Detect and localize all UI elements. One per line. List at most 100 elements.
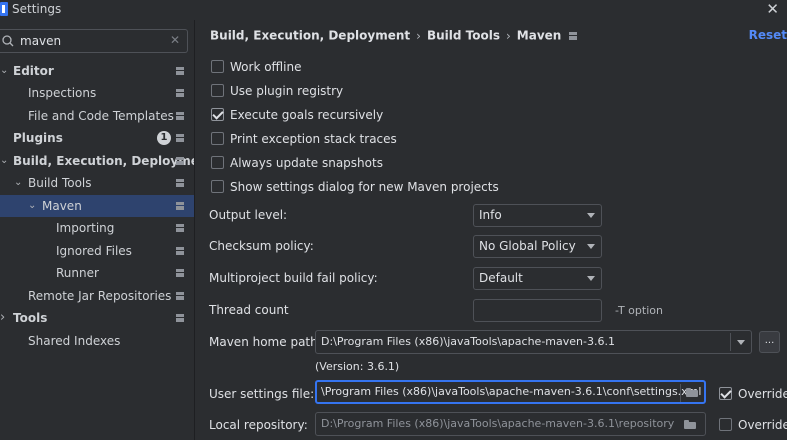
- settings-page-icon: [176, 134, 184, 142]
- chevron-right-icon[interactable]: ›: [0, 307, 10, 329]
- sidebar-item-label: Plugins: [13, 131, 63, 145]
- title-bar: Settings ✕: [0, 0, 787, 20]
- window-title: Settings: [12, 2, 62, 16]
- sidebar-item-shared-indexes[interactable]: Shared Indexes: [0, 330, 194, 352]
- checkbox-label: Show settings dialog for new Maven proje…: [230, 180, 499, 194]
- sidebar-item-label: Editor: [13, 64, 54, 78]
- fail-policy-select[interactable]: Default: [473, 267, 602, 290]
- chevron-down-icon: [587, 213, 595, 218]
- settings-page-icon: [176, 157, 184, 165]
- local-repository-input[interactable]: D:\Program Files (x86)\javaTools\apache-…: [315, 412, 706, 436]
- sidebar-item-plugins[interactable]: Plugins 1: [0, 127, 194, 149]
- checkbox-box[interactable]: [719, 418, 732, 431]
- sidebar-item-importing[interactable]: Importing: [0, 217, 194, 239]
- settings-page-icon: [176, 292, 184, 300]
- search-icon: [2, 35, 14, 47]
- sidebar-item-build-execution-deployment[interactable]: ⌄ Build, Execution, Deployment: [0, 150, 213, 172]
- sidebar-item-label: Remote Jar Repositories: [28, 289, 172, 303]
- field-value: D:\Program Files (x86)\javaTools\apache-…: [321, 335, 615, 348]
- breadcrumb-item-current: Maven: [516, 28, 562, 43]
- user-settings-label: User settings file:: [209, 387, 315, 401]
- checkbox-label: Override: [738, 418, 787, 432]
- sidebar-item-label: Importing: [56, 221, 115, 235]
- fail-policy-label: Multiproject build fail policy:: [209, 271, 378, 285]
- chevron-down-icon[interactable]: ⌄: [0, 150, 10, 172]
- breadcrumb-separator-icon: ›: [505, 28, 511, 43]
- select-value: Default: [479, 271, 523, 285]
- maven-home-label: Maven home path:: [209, 335, 322, 349]
- checkbox-box[interactable]: [211, 60, 224, 73]
- field-separator: [680, 384, 681, 402]
- checkbox-box[interactable]: [211, 132, 224, 145]
- thread-count-label: Thread count: [209, 303, 289, 317]
- settings-page-icon: [569, 31, 578, 40]
- output-level-label: Output level:: [209, 208, 288, 222]
- search-input[interactable]: maven ✕: [0, 29, 188, 53]
- select-value: Info: [479, 208, 502, 222]
- field-value: D:\Program Files (x86)\javaTools\apache-…: [321, 417, 675, 430]
- settings-page-icon: [176, 202, 184, 210]
- maven-settings-panel: Build, Execution, Deployment › Build Tools…: [195, 20, 787, 440]
- breadcrumb-item[interactable]: Build, Execution, Deployment: [210, 29, 410, 43]
- thread-count-hint: -T option: [615, 304, 663, 317]
- checkbox-box[interactable]: [211, 180, 224, 193]
- breadcrumb-separator-icon: ›: [416, 28, 421, 43]
- sidebar-item-label: Shared Indexes: [28, 334, 121, 348]
- reset-link[interactable]: Reset: [749, 28, 787, 42]
- sidebar-item-label: Inspections: [28, 86, 97, 100]
- checkbox-label: Execute goals recursively: [230, 108, 384, 122]
- sidebar-item-maven[interactable]: ⌄ Maven: [0, 195, 194, 217]
- settings-page-icon: [176, 224, 184, 232]
- checksum-policy-select[interactable]: No Global Policy: [473, 235, 602, 258]
- sidebar-item-file-and-code-templates[interactable]: File and Code Templates: [0, 105, 194, 127]
- settings-page-icon: [176, 269, 184, 277]
- checkbox-label: Print exception stack traces: [230, 132, 397, 146]
- sidebar-item-remote-jar-repositories[interactable]: Remote Jar Repositories: [0, 285, 194, 307]
- updates-badge: 1: [157, 131, 171, 145]
- sidebar-item-inspections[interactable]: Inspections: [0, 82, 194, 104]
- breadcrumb-item[interactable]: Build Tools: [427, 29, 500, 43]
- search-value: maven: [20, 34, 62, 48]
- chevron-down-icon: [587, 244, 595, 249]
- sidebar-item-label: Tools: [13, 311, 48, 325]
- output-level-select[interactable]: Info: [473, 204, 602, 227]
- sidebar-item-label: File and Code Templates: [28, 109, 174, 123]
- select-value: No Global Policy: [479, 239, 576, 253]
- breadcrumb: Build, Execution, Deployment › Build Tools…: [210, 28, 578, 43]
- settings-page-icon: [176, 179, 184, 187]
- checkbox-label: Override: [738, 387, 787, 401]
- checkbox-box-checked[interactable]: [719, 387, 732, 400]
- clear-search-icon[interactable]: ✕: [170, 33, 180, 47]
- sidebar-item-build-tools[interactable]: ⌄ Build Tools: [0, 172, 194, 194]
- settings-page-icon: [176, 89, 184, 97]
- checkbox-label: Work offline: [230, 60, 302, 74]
- settings-page-icon: [176, 67, 184, 75]
- sidebar-item-tools[interactable]: › Tools: [0, 307, 194, 329]
- field-separator: [730, 333, 731, 351]
- settings-page-icon: [176, 112, 184, 120]
- checkbox-box[interactable]: [211, 84, 224, 97]
- checkbox-label: Use plugin registry: [230, 84, 344, 98]
- folder-icon[interactable]: [684, 420, 696, 429]
- close-icon[interactable]: ✕: [766, 0, 779, 18]
- sidebar-item-editor[interactable]: ⌄ Editor: [0, 60, 194, 82]
- browse-maven-home-button[interactable]: ...: [759, 331, 780, 353]
- chevron-down-icon[interactable]: ⌄: [0, 60, 10, 82]
- thread-count-input[interactable]: [473, 299, 602, 322]
- settings-page-icon: [176, 247, 184, 255]
- checkbox-box-checked[interactable]: [211, 108, 224, 121]
- sidebar-item-runner[interactable]: Runner: [0, 262, 194, 284]
- folder-icon[interactable]: [686, 388, 698, 397]
- user-settings-input[interactable]: \Program Files (x86)\javaTools\apache-ma…: [315, 380, 706, 404]
- checksum-policy-label: Checksum policy:: [209, 239, 314, 253]
- field-value: \Program Files (x86)\javaTools\apache-ma…: [321, 385, 702, 398]
- chevron-down-icon[interactable]: ⌄: [14, 172, 24, 194]
- sidebar-item-ignored-files[interactable]: Ignored Files: [0, 240, 194, 262]
- chevron-down-icon: [587, 276, 595, 281]
- chevron-down-icon[interactable]: ⌄: [28, 195, 38, 217]
- maven-version-text: (Version: 3.6.1): [315, 360, 400, 373]
- checkbox-box[interactable]: [211, 156, 224, 169]
- chevron-down-icon[interactable]: [737, 340, 745, 345]
- maven-home-combobox[interactable]: D:\Program Files (x86)\javaTools\apache-…: [315, 330, 752, 354]
- sidebar-item-label: Build Tools: [28, 176, 92, 190]
